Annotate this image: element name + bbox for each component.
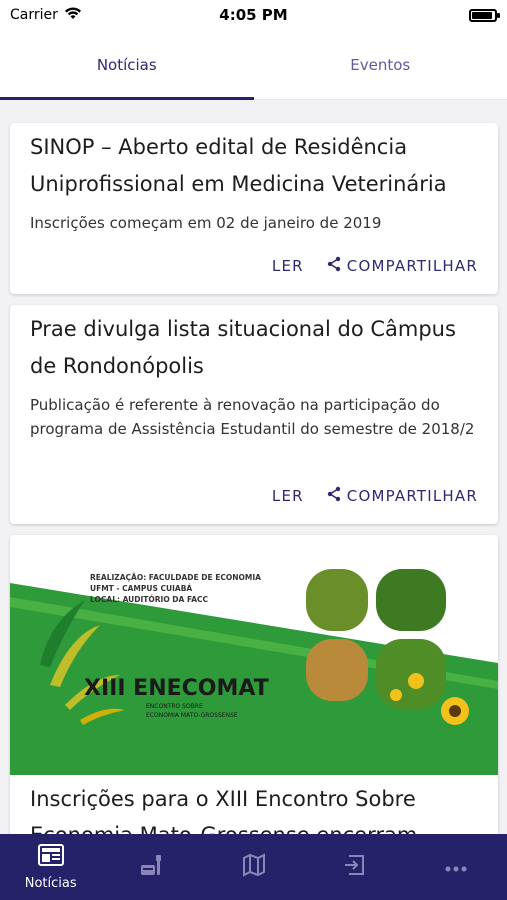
banner-subtitle-2: ECONOMIA MATO-GROSSENSE (146, 712, 238, 719)
share-button[interactable]: COMPARTILHAR (326, 256, 478, 276)
card-description: Publicação é referente à renovação na pa… (30, 396, 475, 438)
card-actions: LER COMPARTILHAR (252, 256, 498, 276)
share-button[interactable]: COMPARTILHAR (326, 486, 478, 506)
share-label: COMPARTILHAR (346, 257, 478, 275)
battery-fill (471, 11, 493, 19)
news-card[interactable]: Prae divulga lista situacional do Câmpus… (10, 305, 498, 524)
news-card[interactable]: SINOP – Aberto edital de Residência Unip… (10, 123, 498, 294)
banner-realizacao: REALIZAÇÃO: FACULDADE DE ECONOMIA (90, 573, 261, 582)
card-body: Prae divulga lista situacional do Câmpus… (10, 305, 498, 441)
carrier-label: Carrier (10, 7, 58, 23)
status-time: 4:05 PM (219, 6, 288, 24)
newspaper-icon (37, 843, 64, 870)
login-icon (343, 853, 367, 881)
news-list[interactable]: SINOP – Aberto edital de Residência Unip… (0, 101, 507, 834)
card-description: Inscrições começam em 02 de janeiro de 2… (30, 214, 382, 232)
status-right (347, 8, 500, 22)
battery-icon (468, 8, 500, 22)
banner-campus: UFMT - CAMPUS CUIABÁ (90, 584, 192, 593)
nav-more[interactable] (406, 834, 507, 900)
nav-map[interactable] (203, 834, 304, 900)
banner-local: LOCAL: AUDITÓRIO DA FACC (90, 595, 209, 604)
card-actions: LER COMPARTILHAR (252, 486, 498, 506)
card-body: SINOP – Aberto edital de Residência Unip… (10, 123, 498, 235)
tab-noticias[interactable]: Notícias (0, 30, 254, 100)
share-icon (326, 486, 342, 506)
read-button[interactable]: LER (272, 487, 304, 505)
news-card[interactable]: REALIZAÇÃO: FACULDADE DE ECONOMIA UFMT -… (10, 535, 498, 834)
map-icon (242, 853, 266, 881)
status-left: Carrier (10, 6, 160, 24)
read-button[interactable]: LER (272, 257, 304, 275)
card-title: Prae divulga lista situacional do Câmpus… (30, 317, 456, 378)
restaurant-icon (139, 853, 165, 881)
share-label: COMPARTILHAR (346, 487, 478, 505)
read-label: LER (271, 487, 304, 505)
banner-subtitle-1: ENCONTRO SOBRE (146, 703, 203, 710)
banner-event-name: XIII ENECOMAT (84, 676, 269, 701)
read-label: LER (271, 257, 304, 275)
nav-login[interactable] (304, 834, 405, 900)
nav-restaurant[interactable] (101, 834, 202, 900)
nav-label: Notícias (24, 875, 77, 891)
card-title: SINOP – Aberto edital de Residência Unip… (30, 135, 447, 196)
status-bar: Carrier 4:05 PM (0, 0, 507, 30)
event-banner-image: REALIZAÇÃO: FACULDADE DE ECONOMIA UFMT -… (10, 535, 498, 775)
share-icon (326, 256, 342, 276)
nav-noticias[interactable]: Notícias (0, 834, 101, 900)
top-tabs: Notícias Eventos (0, 30, 507, 100)
wifi-icon (64, 6, 82, 24)
bottom-nav: Notícias (0, 834, 507, 900)
card-title: Inscrições para o XIII Encontro Sobre Ec… (30, 787, 417, 834)
more-icon (444, 858, 468, 877)
tab-eventos[interactable]: Eventos (254, 30, 507, 99)
